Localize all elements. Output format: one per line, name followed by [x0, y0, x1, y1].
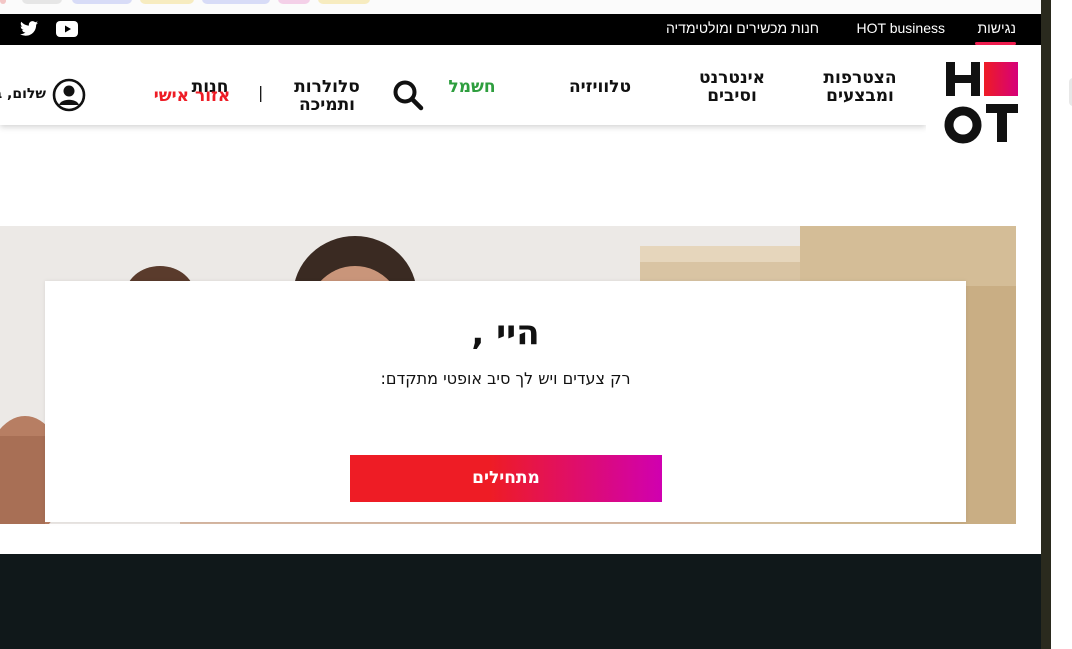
nav-label: טלוויזיה: [569, 77, 631, 97]
bookmark-chip[interactable]: [202, 0, 270, 4]
nav-label-line1: סלולרות: [294, 77, 360, 97]
hot-website: נגישות HOT business חנות מכשירים ומולטימ…: [0, 14, 1041, 649]
dark-section: [0, 554, 1041, 649]
hot-business-link[interactable]: HOT business: [857, 20, 945, 36]
nav-label-line2: ותמיכה: [298, 95, 356, 115]
main-navigation: הצטרפות ומבצעים אינטרנט וסיבים טלוויזיה …: [0, 45, 926, 125]
nav-electricity[interactable]: חשמל: [432, 78, 512, 96]
nav-label: חשמל: [448, 77, 496, 97]
nav-cellular-support[interactable]: סלולרות ותמיכה: [282, 78, 372, 114]
nav-label-line1: אינטרנט: [698, 68, 766, 88]
nav-label-line1: הצטרפות: [823, 68, 897, 88]
bookmark-chip[interactable]: [0, 0, 6, 4]
nav-divider: |: [258, 83, 264, 102]
card-title: היי ,: [471, 313, 540, 353]
devices-store-link[interactable]: חנות מכשירים ומולטימדיה: [666, 20, 819, 36]
card-subtitle: רק צעדים ויש לך סיב אופטי מתקדם:: [380, 369, 631, 388]
twitter-icon[interactable]: [20, 21, 38, 40]
start-button[interactable]: מתחילים: [350, 455, 662, 502]
nav-join-deals[interactable]: הצטרפות ומבצעים: [820, 69, 900, 105]
top-utility-bar: נגישות HOT business חנות מכשירים ומולטימ…: [0, 14, 1041, 45]
bookmark-chip[interactable]: [72, 0, 132, 4]
nav-label-line2: וסיבים: [707, 86, 757, 106]
youtube-icon[interactable]: [56, 21, 78, 41]
nav-internet-fiber[interactable]: אינטרנט וסיבים: [692, 69, 772, 105]
bookmark-chip[interactable]: [22, 0, 62, 4]
bookmark-chip[interactable]: [318, 0, 370, 4]
accessibility-link[interactable]: נגישות: [977, 20, 1016, 36]
bookmark-chip[interactable]: [278, 0, 310, 4]
bookmark-chip[interactable]: [140, 0, 194, 4]
search-icon[interactable]: [392, 79, 424, 115]
hot-logo[interactable]: [926, 45, 1041, 153]
welcome-card: היי , רק צעדים ויש לך סיב אופטי מתקדם: מ…: [45, 281, 966, 522]
user-greeting: שלום, ב: [0, 86, 46, 102]
user-circle-icon[interactable]: [52, 78, 86, 116]
adjacent-window-edge: [1041, 0, 1072, 649]
nav-label-line2: ומבצעים: [826, 86, 894, 106]
nav-television[interactable]: טלוויזיה: [560, 78, 640, 96]
browser-bookmarks-strip: [0, 0, 1041, 14]
personal-area-link[interactable]: אזור אישי: [144, 87, 240, 105]
